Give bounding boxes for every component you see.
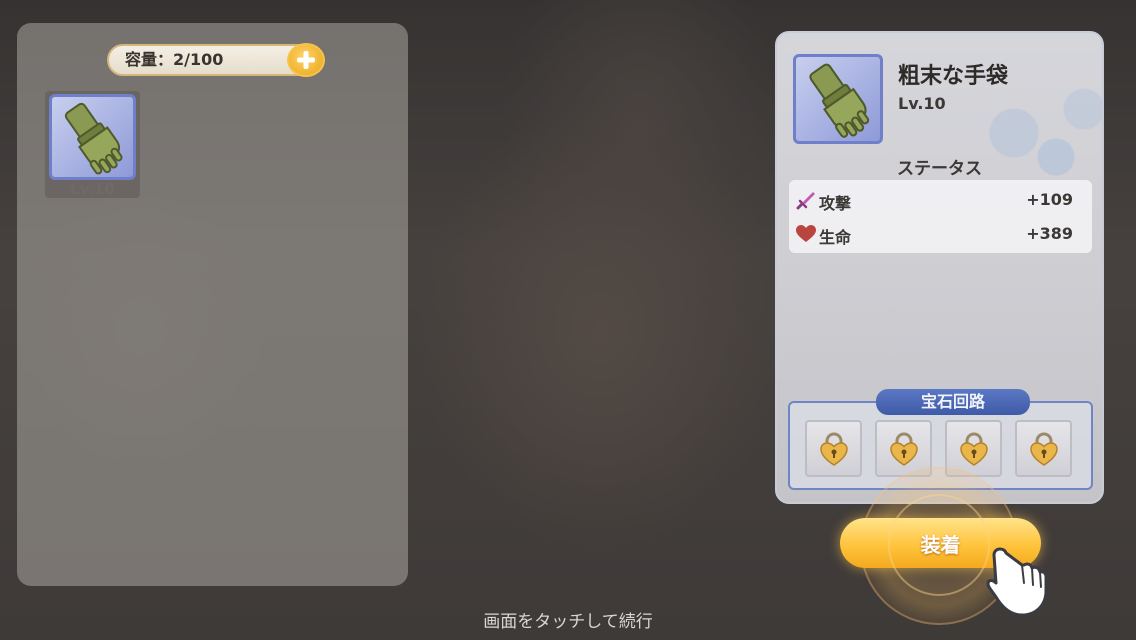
status-title: ステータス bbox=[897, 159, 982, 179]
item-detail-panel: 粗末な手袋 Lv.10 ステータス 攻撃 +109 生命 +389 宝石回路 bbox=[775, 31, 1104, 504]
item-level: Lv.10 bbox=[898, 94, 946, 113]
sword-icon bbox=[796, 192, 815, 210]
glove-icon bbox=[793, 54, 883, 144]
stat-label: 攻撃 bbox=[819, 194, 852, 213]
add-capacity-button[interactable] bbox=[287, 43, 325, 77]
inventory-item-slot[interactable]: Lv.10 bbox=[45, 91, 140, 198]
tutorial-inner-ring bbox=[888, 494, 990, 596]
lock-icon bbox=[960, 432, 988, 466]
gem-slot-4[interactable] bbox=[1015, 420, 1072, 477]
heart-icon bbox=[796, 225, 816, 242]
stat-row-life: 生命 +389 bbox=[795, 220, 1085, 247]
stat-label: 生命 bbox=[819, 228, 852, 247]
gem-circuit-title: 宝石回路 bbox=[876, 389, 1030, 415]
stat-value: +109 bbox=[1026, 190, 1073, 209]
glove-icon bbox=[49, 94, 136, 180]
lock-icon bbox=[1030, 432, 1058, 466]
stat-value: +389 bbox=[1026, 224, 1073, 243]
gem-slot-1[interactable] bbox=[805, 420, 862, 477]
item-level: Lv.10 bbox=[70, 180, 115, 198]
lock-icon bbox=[890, 432, 918, 466]
tap-to-continue-text[interactable]: 画面をタッチして続行 bbox=[0, 607, 1136, 632]
stats-box: 攻撃 +109 生命 +389 bbox=[789, 180, 1092, 253]
stat-row-attack: 攻撃 +109 bbox=[795, 186, 1085, 213]
lock-icon bbox=[820, 432, 848, 466]
item-name: 粗末な手袋 bbox=[898, 63, 1009, 89]
